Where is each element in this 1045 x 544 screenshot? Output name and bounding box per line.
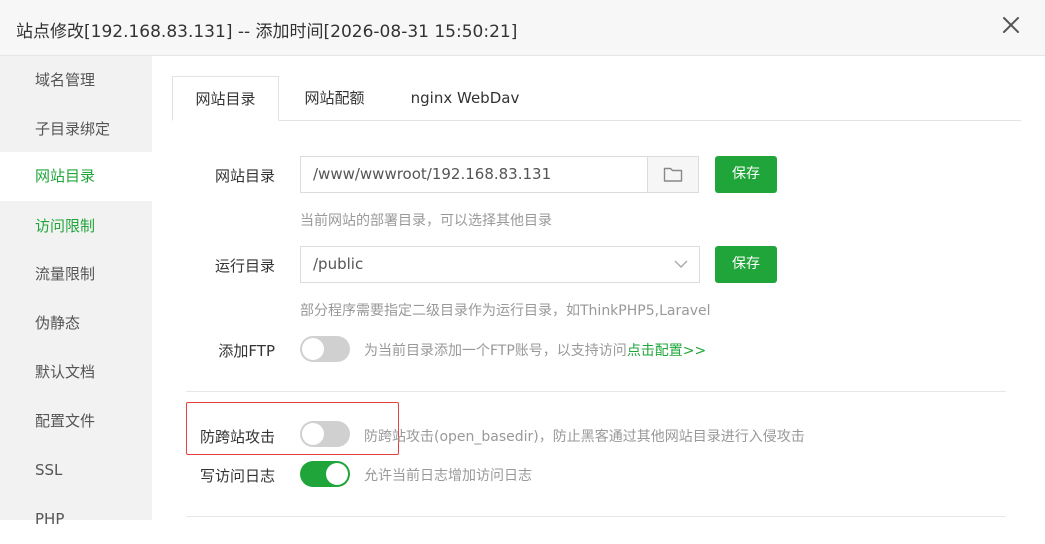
folder-icon — [663, 167, 683, 182]
dialog-titlebar: 站点修改[192.168.83.131] -- 添加时间[2026-08-31 … — [0, 0, 1045, 56]
site-edit-dialog: 站点修改[192.168.83.131] -- 添加时间[2026-08-31 … — [0, 0, 1045, 528]
toggle-knob — [302, 338, 324, 360]
toggle-knob — [326, 463, 348, 485]
sidebar-item-access-limit[interactable]: 访问限制 — [0, 202, 152, 251]
site-dir-input[interactable]: /www/wwwroot/192.168.83.131 — [300, 156, 648, 193]
tab-site-quota[interactable]: 网站配额 — [285, 76, 384, 121]
add-ftp-config-link[interactable]: 点击配置>> — [627, 343, 706, 359]
close-icon — [1003, 17, 1019, 33]
anti-xss-hint: 防跨站攻击(open_basedir)，防止黑客通过其他网站目录进行入侵攻击 — [364, 429, 805, 445]
toggle-knob — [302, 423, 324, 445]
access-log-hint: 允许当前日志增加访问日志 — [364, 468, 532, 484]
close-button[interactable] — [998, 12, 1024, 38]
access-log-label: 写访问日志 — [199, 467, 275, 485]
run-dir-label: 运行目录 — [214, 257, 275, 275]
site-dir-save-button[interactable]: 保存 — [715, 156, 777, 193]
add-ftp-label: 添加FTP — [218, 342, 275, 360]
settings-sidebar: 域名管理 子目录绑定 网站目录 访问限制 流量限制 伪静态 默认文档 配置文件 … — [0, 56, 152, 528]
run-dir-select[interactable]: /public — [300, 246, 700, 283]
run-dir-selected-value: /public — [313, 255, 364, 273]
sidebar-item-subdir-binding[interactable]: 子目录绑定 — [0, 105, 152, 154]
add-ftp-toggle[interactable] — [300, 336, 350, 362]
tab-nginx-webdav[interactable]: nginx WebDav — [390, 76, 540, 121]
sidebar-item-site-dir[interactable]: 网站目录 — [0, 152, 152, 201]
site-dir-hint: 当前网站的部署目录，可以选择其他目录 — [300, 213, 552, 229]
sidebar-item-default-doc[interactable]: 默认文档 — [0, 348, 152, 397]
run-dir-save-button[interactable]: 保存 — [715, 246, 777, 283]
section-divider — [186, 391, 1006, 392]
sidebar-item-config-file[interactable]: 配置文件 — [0, 397, 152, 446]
add-ftp-hint-text: 为当前目录添加一个FTP账号，以支持访问 — [364, 343, 627, 359]
sidebar-item-rewrite[interactable]: 伪静态 — [0, 299, 152, 348]
anti-xss-toggle[interactable] — [300, 421, 350, 447]
folder-browse-button[interactable] — [647, 156, 699, 193]
add-ftp-hint: 为当前目录添加一个FTP账号，以支持访问点击配置>> — [364, 340, 706, 360]
tab-site-dir[interactable]: 网站目录 — [172, 76, 279, 121]
chevron-down-icon — [674, 260, 688, 268]
sidebar-item-ssl[interactable]: SSL — [0, 446, 152, 495]
sidebar-item-domain[interactable]: 域名管理 — [0, 56, 152, 105]
tab-bar: 网站目录 网站配额 nginx WebDav — [172, 76, 1021, 121]
anti-xss-label: 防跨站攻击 — [199, 428, 275, 446]
dialog-title: 站点修改[192.168.83.131] -- 添加时间[2026-08-31 … — [16, 22, 518, 42]
access-log-toggle[interactable] — [300, 461, 350, 487]
run-dir-hint: 部分程序需要指定二级目录作为运行目录，如ThinkPHP5,Laravel — [300, 303, 711, 319]
site-dir-label: 网站目录 — [214, 167, 275, 185]
sidebar-item-traffic-limit[interactable]: 流量限制 — [0, 250, 152, 299]
section-divider-bottom — [186, 516, 1006, 517]
